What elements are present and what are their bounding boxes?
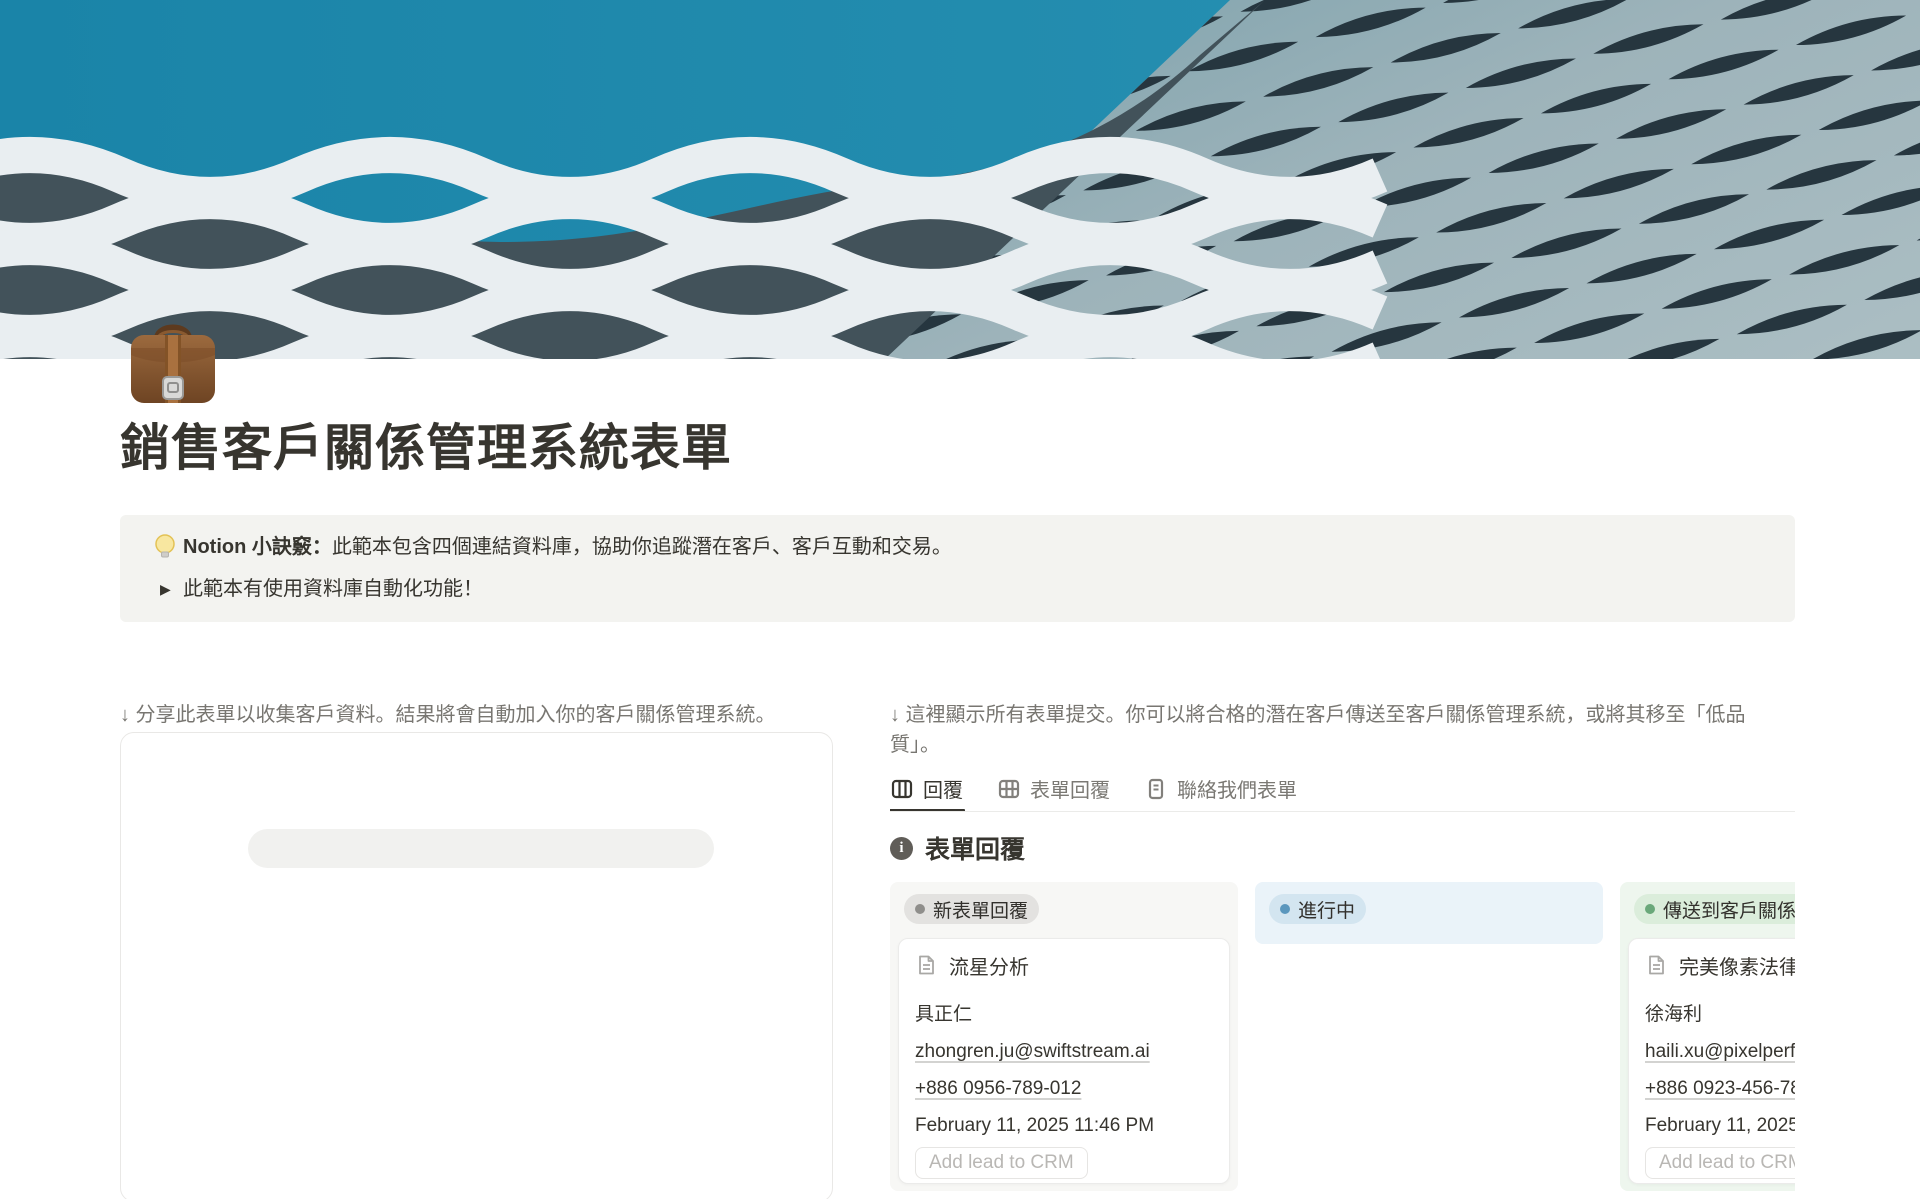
status-dot-blue — [1280, 904, 1290, 914]
page-doc-icon — [1645, 954, 1667, 976]
group-label: 進行中 — [1298, 896, 1355, 923]
tab-responses-board[interactable]: 回覆 — [890, 775, 963, 812]
view-tabs: 回覆 表單回覆 聯 — [890, 775, 1297, 812]
tab-label: 回覆 — [923, 774, 963, 803]
share-form-description: ↓ 分享此表單以收集客戶資料。結果將會自動加入你的客戶關係管理系統。 — [120, 700, 833, 730]
page-doc-icon — [915, 954, 937, 976]
toggle-triangle-icon[interactable]: ▶ — [152, 581, 183, 598]
tab-form-responses-table[interactable]: 表單回覆 — [997, 775, 1110, 812]
lead-name: 具正仁 — [915, 1003, 1213, 1027]
form-loading-skeleton — [248, 829, 714, 868]
board-view-icon — [890, 777, 914, 801]
embedded-form-placeholder[interactable] — [120, 732, 833, 1199]
lead-date: February 11, 2025 11:46 PM — [915, 1114, 1213, 1138]
lead-phone-link[interactable]: +886 0923-456-789 — [1645, 1077, 1795, 1101]
board-group-in-progress: 進行中 — [1255, 882, 1603, 944]
page-content: 銷售客戶關係管理系統表單 Notion 小訣竅：此範本包含四個連結資料庫，協助你… — [120, 0, 1795, 1199]
status-dot-gray — [915, 904, 925, 914]
callout-body-text: 此範本包含四個連結資料庫，協助你追蹤潛在客戶、客戶互動和交易。 — [332, 536, 952, 558]
lead-card[interactable]: 流星分析 具正仁 zhongren.ju@swiftstream.ai +886… — [898, 938, 1230, 1184]
share-form-column: ↓ 分享此表單以收集客戶資料。結果將會自動加入你的客戶關係管理系統。 — [120, 700, 833, 730]
light-bulb-icon — [152, 533, 178, 561]
group-badge-in-progress[interactable]: 進行中 — [1269, 894, 1366, 924]
add-lead-to-crm-button[interactable]: Add lead to CRM — [1645, 1147, 1795, 1179]
info-icon: i — [890, 837, 913, 860]
lead-date: February 11, 2025 11:40 PM — [1645, 1114, 1795, 1138]
group-label: 傳送到客戶關係管理 — [1663, 896, 1795, 923]
document-view-icon — [1144, 777, 1168, 801]
tip-callout: Notion 小訣竅：此範本包含四個連結資料庫，協助你追蹤潛在客戶、客戶互動和交… — [120, 515, 1795, 622]
lead-name: 徐海利 — [1645, 1003, 1795, 1027]
tab-label: 聯絡我們表單 — [1177, 774, 1297, 803]
section-header: i 表單回覆 — [890, 830, 1025, 866]
status-dot-green — [1645, 904, 1655, 914]
board-group-sent-to-crm: 傳送到客戶關係管理 完美像素法律事務所 徐海利 — [1620, 882, 1795, 1191]
card-title: 完美像素法律事務所 — [1679, 951, 1795, 980]
toggle-automation[interactable]: ▶ 此範本有使用資料庫自動化功能！ — [152, 575, 1763, 603]
toggle-label: 此範本有使用資料庫自動化功能！ — [183, 575, 483, 603]
board-group-new-responses: 新表單回覆 流星分析 具正仁 z — [890, 882, 1238, 1191]
submissions-column: ↓ 這裡顯示所有表單提交。你可以將合格的潛在客戶傳送至客戶關係管理系統，或將其移… — [890, 700, 1795, 1199]
group-badge-sent-to-crm[interactable]: 傳送到客戶關係管理 — [1634, 894, 1795, 924]
callout-bold-label: Notion 小訣竅： — [183, 536, 332, 558]
group-label: 新表單回覆 — [933, 896, 1028, 923]
notion-page: 銷售客戶關係管理系統表單 Notion 小訣竅：此範本包含四個連結資料庫，協助你… — [0, 0, 1920, 1199]
lead-email-link[interactable]: zhongren.ju@swiftstream.ai — [915, 1040, 1213, 1064]
tab-bar-divider — [890, 811, 1795, 812]
tab-contact-us-form[interactable]: 聯絡我們表單 — [1144, 775, 1297, 812]
lead-email-link[interactable]: haili.xu@pixelperfect.law — [1645, 1040, 1795, 1064]
card-title: 流星分析 — [949, 951, 1029, 980]
lead-card[interactable]: 完美像素法律事務所 徐海利 haili.xu@pixelperfect.law … — [1628, 938, 1795, 1184]
group-badge-new-responses[interactable]: 新表單回覆 — [904, 894, 1039, 924]
submissions-description: ↓ 這裡顯示所有表單提交。你可以將合格的潛在客戶傳送至客戶關係管理系統，或將其移… — [890, 700, 1795, 760]
briefcase-icon — [125, 313, 221, 409]
lead-phone-link[interactable]: +886 0956-789-012 — [915, 1077, 1213, 1101]
table-view-icon — [997, 777, 1021, 801]
section-title: 表單回覆 — [925, 830, 1025, 866]
callout-text: Notion 小訣竅：此範本包含四個連結資料庫，協助你追蹤潛在客戶、客戶互動和交… — [183, 533, 952, 561]
tab-label: 表單回覆 — [1030, 774, 1110, 803]
add-lead-to-crm-button[interactable]: Add lead to CRM — [915, 1147, 1088, 1179]
page-title: 銷售客戶關係管理系統表單 — [120, 418, 732, 478]
page-icon-briefcase[interactable] — [125, 313, 221, 409]
